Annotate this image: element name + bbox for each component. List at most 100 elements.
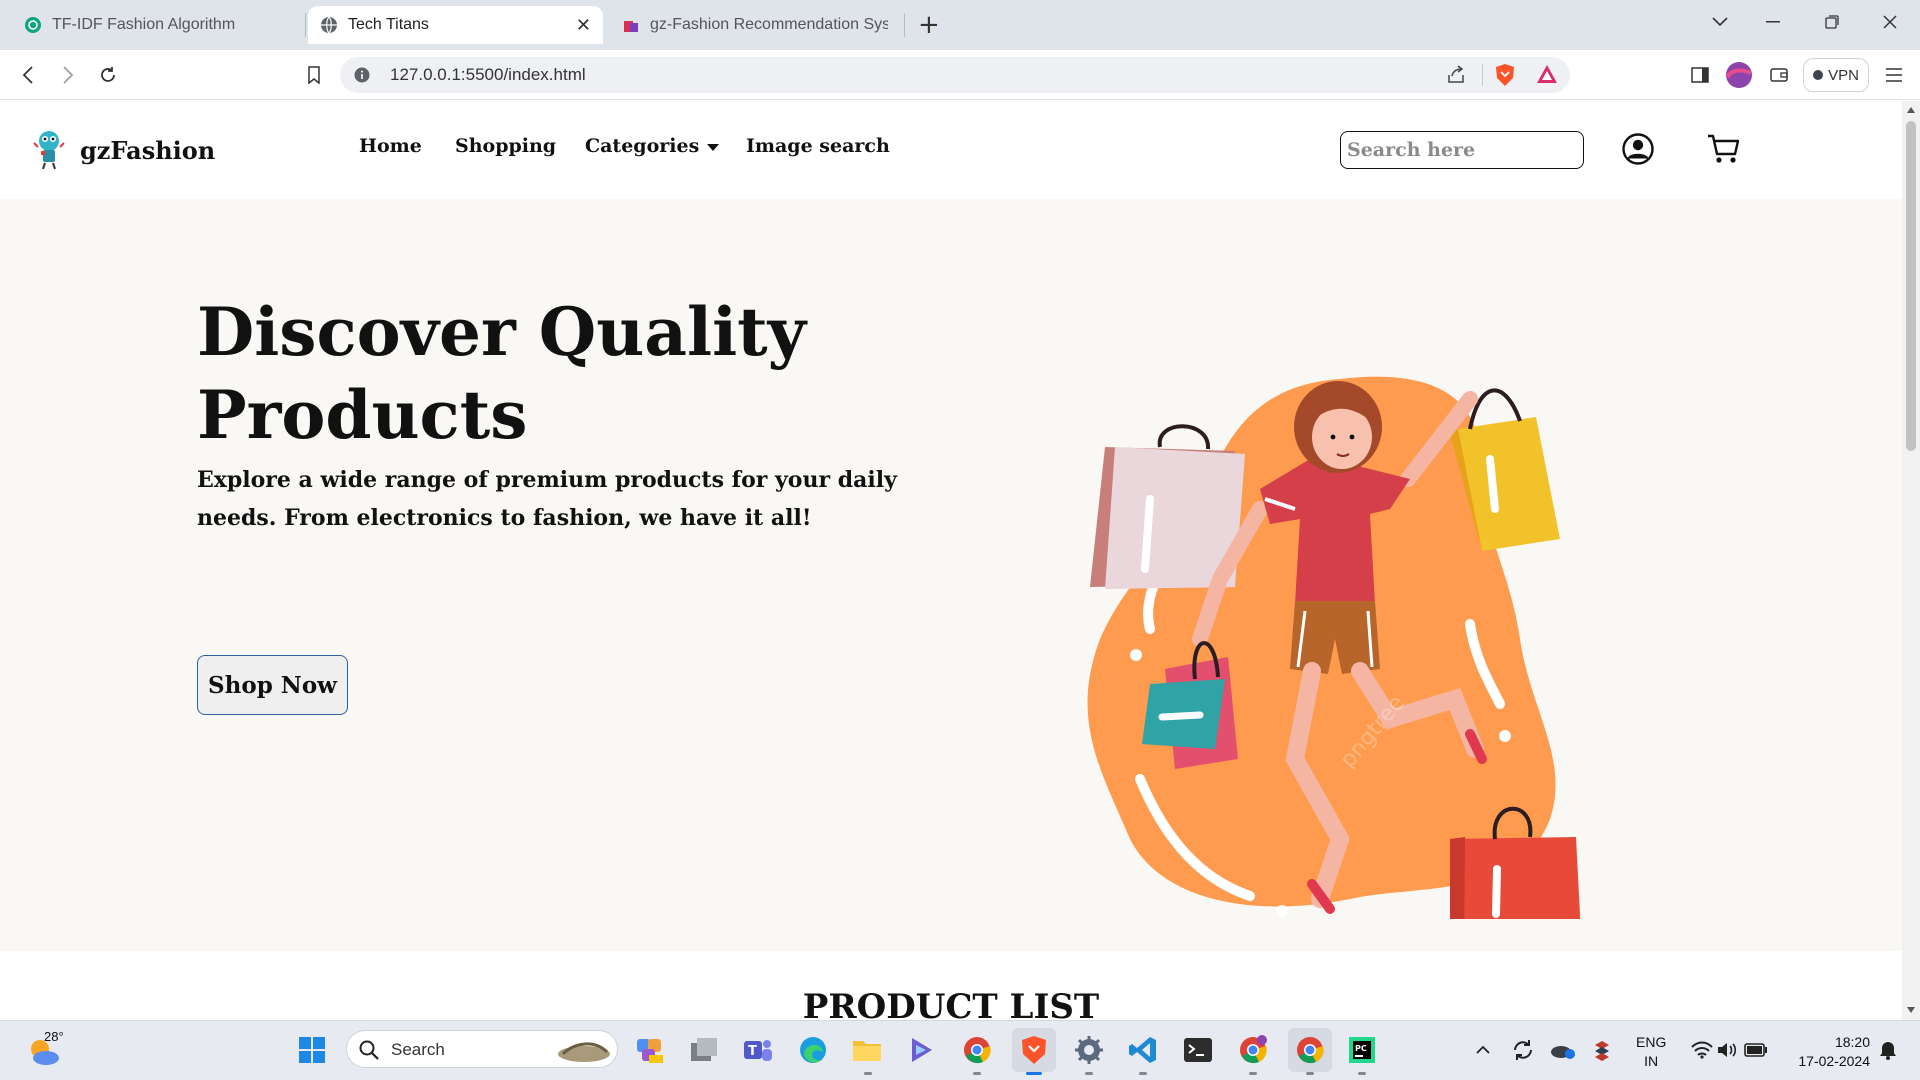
pycharm-icon: PC [1349,1037,1375,1063]
cart-icon[interactable] [1707,133,1741,165]
product-list-title: PRODUCT LIST [802,987,1100,1020]
vscode-icon [1129,1037,1156,1063]
tab-tfidf[interactable]: TF-IDF Fashion Algorithm [12,6,302,44]
taskbar-pycharm[interactable]: PC [1346,1034,1378,1066]
brand[interactable]: gzFashion [32,127,215,173]
scroll-down-icon[interactable] [1907,1007,1915,1013]
wallet-icon[interactable] [1767,63,1791,87]
tray-app-icon[interactable] [1586,1034,1618,1066]
new-tab-button[interactable]: + [918,10,940,40]
taskbar-edge[interactable] [797,1034,829,1066]
chrome-profile-icon [1240,1035,1267,1064]
weather-temperature: 28° [44,1029,64,1044]
tab-gz-fashion[interactable]: gz-Fashion Recommendation System [610,6,900,44]
reload-icon[interactable] [96,63,120,87]
start-button[interactable] [296,1034,328,1066]
language-code: ENG [1636,1034,1667,1050]
openai-icon [25,17,41,33]
close-window-icon[interactable] [1870,6,1910,38]
bookmark-icon[interactable] [302,63,326,87]
brave-shields-icon[interactable] [1494,63,1516,87]
hero-title: Discover Quality Products [197,293,806,454]
hero-section: Discover Quality Products Explore a wide… [0,199,1902,951]
brand-name: gzFashion [80,135,216,165]
running-indicator [973,1072,981,1075]
caret-down-icon [707,143,720,151]
close-tab-icon[interactable]: ✕ [576,15,591,36]
taskbar-file-explorer[interactable] [851,1034,883,1066]
tab-title: Tech Titans [348,16,429,33]
forward-icon[interactable] [56,63,80,87]
brave-rewards-icon[interactable] [1536,64,1558,84]
taskbar-chrome-1[interactable] [961,1034,993,1066]
taskbar-search-box[interactable]: Search [346,1030,618,1068]
taskbar-chrome-2[interactable] [1237,1034,1269,1066]
windows-logo-icon [299,1037,325,1063]
region-code: IN [1644,1053,1659,1069]
taskbar-teams[interactable]: T [742,1034,774,1066]
address-bar[interactable]: 127.0.0.1:5500/index.html [340,57,1570,93]
running-indicator [1249,1072,1257,1075]
task-view-icon [691,1038,717,1061]
terminal-icon [1184,1038,1212,1062]
tab-title: TF-IDF Fashion Algorithm [52,16,236,33]
vpn-button[interactable]: VPN [1803,58,1869,92]
system-clock[interactable]: 18:20 17-02-2024 [1782,1033,1870,1071]
restore-icon[interactable] [1812,6,1852,38]
browser-toolbar: 127.0.0.1:5500/index.html VPN [0,50,1920,100]
taskbar-media-app[interactable] [906,1034,938,1066]
sidebar-toggle-icon[interactable] [1688,63,1712,87]
site-info-icon[interactable] [354,67,370,83]
edge-icon [800,1037,826,1063]
taskbar-task-view[interactable] [688,1034,720,1066]
taskbar-terminal[interactable] [1182,1034,1214,1066]
taskbar-brave[interactable] [1012,1028,1056,1072]
clock-date: 17-02-2024 [1798,1053,1870,1069]
nav-dropdown-categories[interactable]: Categories [585,135,720,157]
battery-icon[interactable] [1740,1034,1772,1066]
taskbar-chrome-3[interactable] [1288,1028,1332,1072]
menu-icon[interactable] [1882,63,1906,87]
scroll-up-icon[interactable] [1907,107,1915,113]
brand-logo-icon [33,131,65,170]
globe-icon [321,16,337,34]
tray-overflow-chevron-icon[interactable] [1467,1034,1499,1066]
url-text[interactable]: 127.0.0.1:5500/index.html [390,65,586,85]
taskbar-vscode[interactable] [1127,1034,1159,1066]
input-language-indicator[interactable]: ENG IN [1636,1033,1666,1071]
scrollbar-thumb[interactable] [1906,121,1916,451]
notification-center-icon[interactable] [1872,1034,1904,1066]
tray-onedrive-icon[interactable] [1546,1034,1578,1066]
clock-time: 18:20 [1834,1034,1870,1050]
profile-avatar-icon[interactable] [1725,61,1753,89]
svg-text:T: T [748,1044,757,1059]
tray-sync-icon[interactable] [1507,1034,1539,1066]
nav-link-home[interactable]: Home [359,135,422,157]
search-input[interactable] [1340,131,1584,169]
brave-icon [1022,1036,1046,1064]
tab-tech-titans[interactable]: Tech Titans ✕ [308,6,603,44]
nav-link-shopping[interactable]: Shopping [455,135,556,157]
nav-link-image-search[interactable]: Image search [746,135,890,157]
minimize-icon[interactable] [1753,6,1793,38]
running-indicator [1139,1072,1147,1075]
volume-icon[interactable] [1711,1034,1743,1066]
taskbar-copilot-pre[interactable] [634,1034,666,1066]
nav-link-categories: Categories [585,135,700,157]
hero-subtitle: Explore a wide range of premium products… [197,467,897,531]
taskbar-settings[interactable] [1073,1034,1105,1066]
copilot-preview-icon [637,1039,663,1063]
windows-taskbar: 28° Search T PC ENG IN 18:20 17-02-2024 [0,1020,1920,1080]
tab-title: gz-Fashion Recommendation System [650,16,888,33]
share-icon[interactable] [1446,65,1466,85]
shop-now-button[interactable]: Shop Now [197,655,348,715]
folder-icon [853,1041,881,1061]
back-icon[interactable] [16,63,40,87]
account-icon[interactable] [1622,133,1654,165]
shopping-bag-icon [624,21,638,32]
active-indicator [1026,1072,1042,1075]
browser-tab-strip: TF-IDF Fashion Algorithm Tech Titans ✕ g… [0,0,1920,50]
page-scrollbar[interactable] [1902,101,1920,1020]
taskbar-search-label: Search [391,1040,445,1059]
tab-search-chevron-icon[interactable] [1700,6,1740,38]
